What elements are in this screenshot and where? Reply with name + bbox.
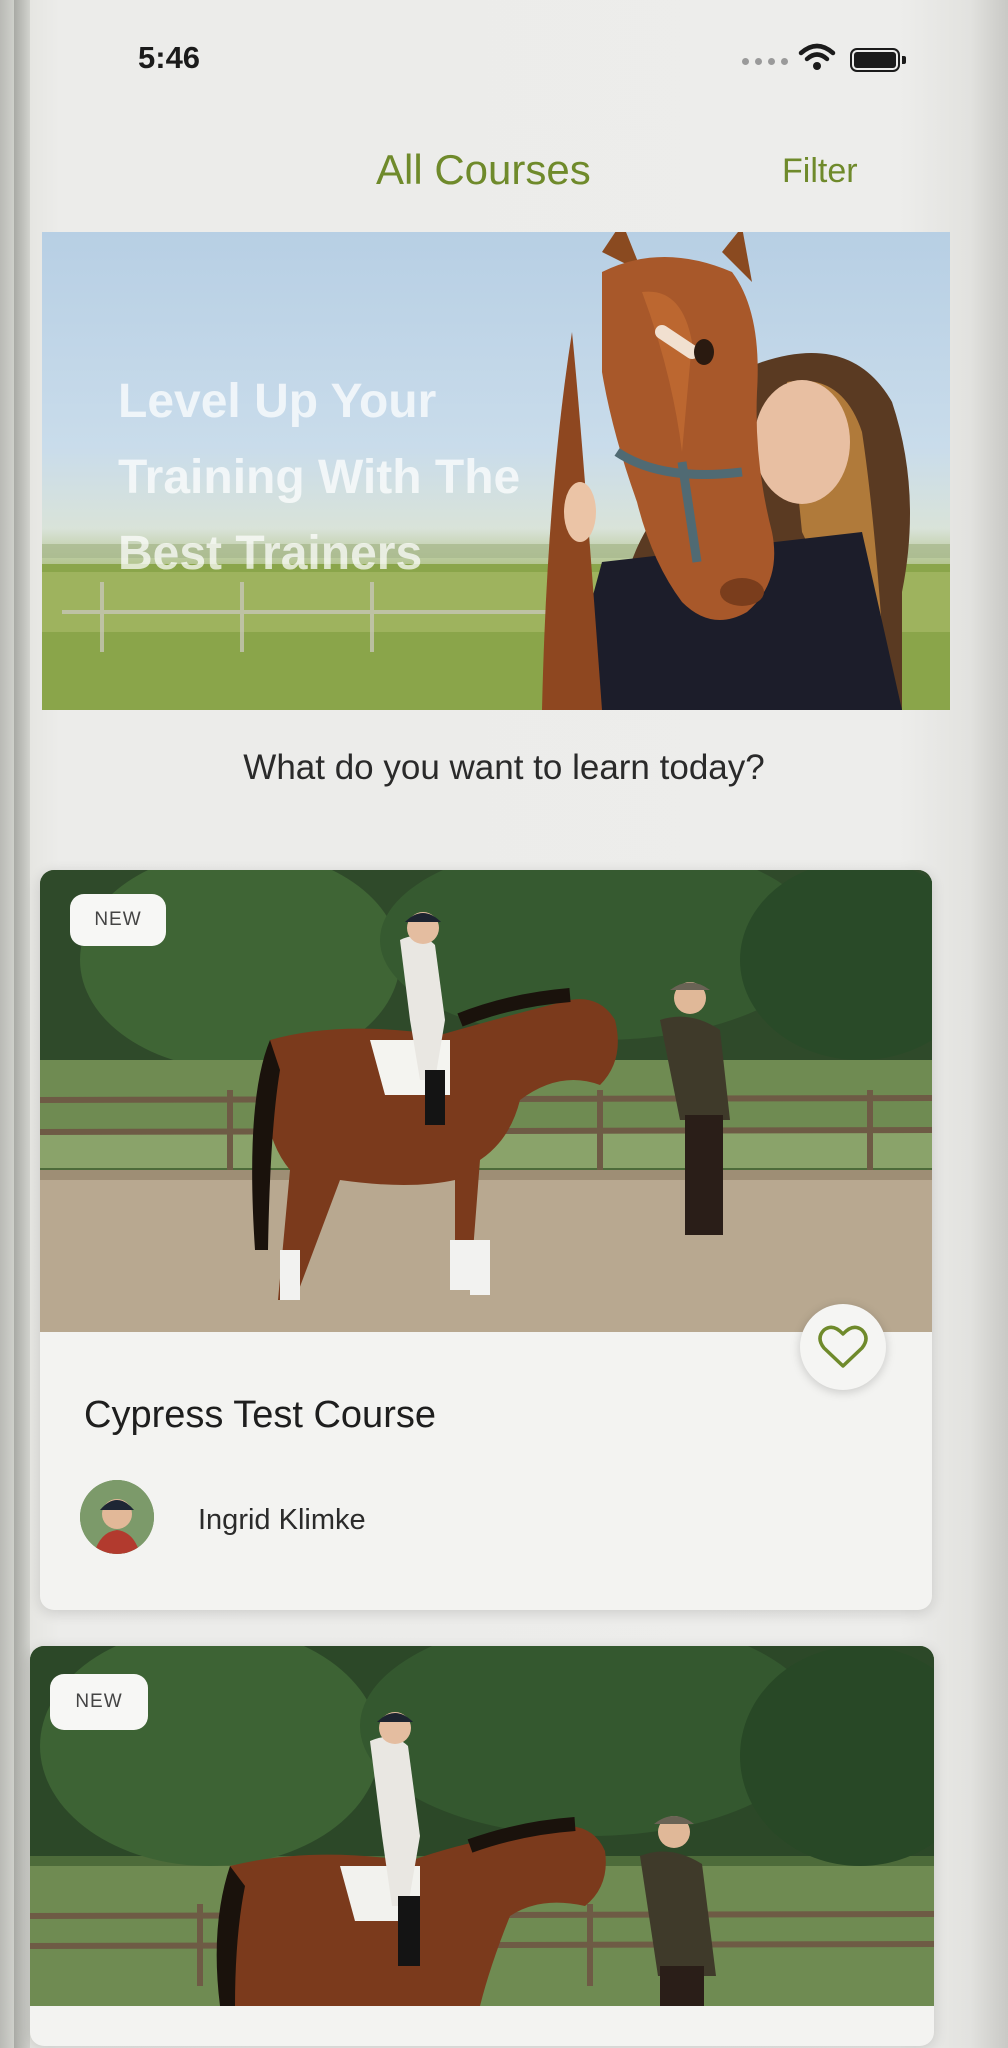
trainer-name: Ingrid Klimke	[198, 1504, 366, 1536]
trainer-avatar	[80, 1480, 154, 1554]
course-image	[40, 870, 932, 1332]
filter-button[interactable]: Filter	[782, 152, 858, 191]
hero-headline-line-1: Level Up Your	[118, 375, 437, 428]
status-icons	[742, 42, 912, 74]
page-title: All Courses	[376, 146, 591, 193]
hero-headline: Level Up Your Training With The Best Tra…	[118, 364, 638, 592]
screen-bezel	[14, 0, 30, 2048]
hero-banner: Level Up Your Training With The Best Tra…	[42, 232, 950, 710]
favorite-button[interactable]	[800, 1304, 886, 1390]
new-badge: NEW	[50, 1674, 148, 1730]
status-time: 5:46	[138, 40, 201, 75]
phone-screen: 5:46 All Courses Filter Level Up Your Tr…	[0, 0, 1008, 2048]
hero-headline-line-3: Best Trainers	[118, 527, 423, 580]
battery-icon	[850, 48, 906, 72]
signal-dots-icon	[742, 58, 788, 65]
course-image	[30, 1646, 934, 2006]
learn-prompt: What do you want to learn today?	[243, 748, 765, 787]
wifi-icon	[798, 43, 836, 70]
course-card[interactable]: NEW	[30, 1646, 934, 2046]
course-card[interactable]: NEW Cypress Test Course Ingrid Klimke	[40, 870, 932, 1610]
course-title: Cypress Test Course	[84, 1394, 436, 1436]
hero-headline-line-2: Training With The	[118, 451, 521, 504]
heart-outline-icon	[818, 1325, 868, 1368]
new-badge: NEW	[70, 894, 166, 946]
